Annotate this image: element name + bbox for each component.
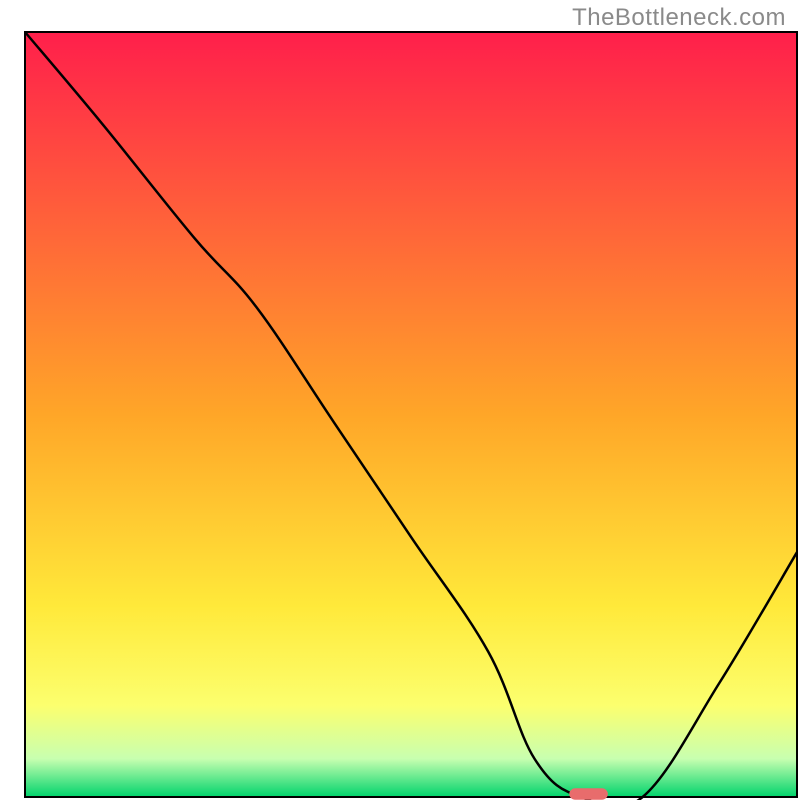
plot-background [25, 32, 797, 797]
watermark-text: TheBottleneck.com [572, 4, 786, 32]
chart-svg [0, 0, 800, 800]
chart-container: TheBottleneck.com [0, 0, 800, 800]
optimal-marker [569, 788, 608, 799]
